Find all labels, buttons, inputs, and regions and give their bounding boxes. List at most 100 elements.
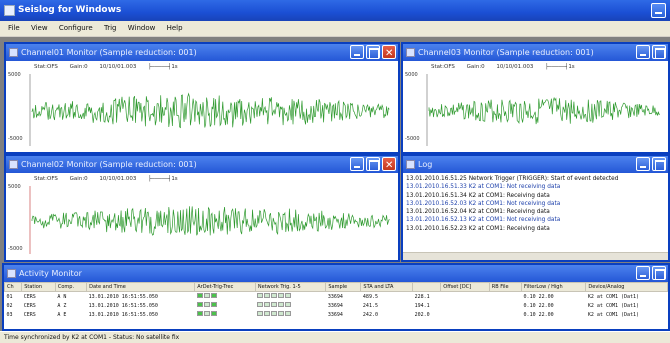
activity-header-row: Ch Station Comp. Date and Time ArDet-Tri… [3, 282, 668, 292]
cell-sample: 33694 [327, 311, 343, 318]
cell-sample: 33694 [327, 302, 343, 309]
cell-filter: 0.10 22.00 [523, 293, 554, 300]
cell-filter: 0.10 22.00 [523, 302, 554, 309]
minimize-icon[interactable] [636, 45, 650, 59]
minimize-icon[interactable] [350, 157, 364, 171]
menu-trig[interactable]: Trig [104, 24, 117, 32]
cell-offset [441, 301, 490, 310]
maximize-icon[interactable] [366, 45, 380, 59]
channel03-title-bar[interactable]: Channel03 Monitor (Sample reduction: 001… [403, 44, 668, 61]
column-header[interactable]: RB File [488, 282, 523, 292]
cell-station: CERS [23, 293, 36, 300]
column-header[interactable]: Date and Time [86, 282, 196, 292]
column-header[interactable]: Device/Analog [585, 282, 668, 292]
cell-device: K2 at COM1 (Dat1) [587, 302, 640, 309]
cell-station: CERS [23, 302, 36, 309]
cell-ch: 03 [6, 311, 13, 318]
maximize-icon[interactable] [652, 45, 666, 59]
menu-view[interactable]: View [31, 24, 48, 32]
channel01-monitor-window: Channel01 Monitor (Sample reduction: 001… [4, 42, 400, 154]
menu-configure[interactable]: Configure [59, 24, 93, 32]
close-icon[interactable] [382, 157, 396, 173]
cell-station: CERS [23, 311, 36, 318]
activity-title-bar[interactable]: Activity Monitor [4, 265, 668, 282]
channel02-trace-svg [29, 186, 390, 254]
cell-lta: 228.1 [414, 293, 430, 300]
network-trigger-leds [255, 292, 325, 302]
column-header[interactable]: Network Trig. 1-5 [254, 282, 327, 292]
log-line: 13.01.2010.16.52.03 K2 at COM1: Not rece… [406, 200, 561, 207]
cell-rbfile [489, 310, 521, 319]
channel01-title-bar[interactable]: Channel01 Monitor (Sample reduction: 001… [6, 44, 398, 61]
cell-comp: A N [57, 293, 67, 300]
log-horizontal-scrollbar[interactable] [403, 252, 668, 260]
channel02-title-bar[interactable]: Channel02 Monitor (Sample reduction: 001… [6, 156, 398, 173]
status-bar: Time synchronized by K2 at COM1 - Status… [0, 331, 670, 343]
cell-filter: 0.10 22.00 [523, 311, 554, 318]
column-header[interactable]: Ch [3, 282, 23, 292]
channel03-trace-svg [426, 74, 660, 146]
minimize-icon[interactable] [651, 3, 666, 18]
trigger-leds [195, 292, 256, 302]
table-row[interactable]: 01 CERS A N 13.01.2010 16:51:55.050 3369… [5, 292, 668, 302]
cell-rbfile [489, 301, 521, 310]
cell-comp: A Z [57, 302, 67, 309]
column-header[interactable]: Sample [325, 282, 362, 292]
close-icon[interactable] [382, 45, 396, 61]
channel01-title: Channel01 Monitor (Sample reduction: 001… [21, 48, 197, 57]
activity-monitor-window: Activity Monitor Ch Station Comp. Date a… [2, 263, 670, 331]
log-line: 13.01.2010.16.51.34 K2 at COM1: Receivin… [406, 192, 550, 199]
menu-file[interactable]: File [8, 24, 20, 32]
cell-sta: 241.5 [362, 302, 378, 309]
column-header[interactable]: Offset [DC] [440, 282, 490, 292]
minimize-icon[interactable] [636, 266, 650, 280]
log-line: 13.01.2010.16.52.04 K2 at COM1: Receivin… [406, 209, 550, 216]
menu-bar: File View Configure Trig Window Help [0, 21, 670, 36]
minimize-icon[interactable] [350, 45, 364, 59]
maximize-icon[interactable] [652, 157, 666, 171]
channel01-trace [31, 92, 390, 129]
cell-sta: 489.5 [362, 293, 378, 300]
cell-sta: 242.0 [362, 311, 378, 318]
log-list: 13.01.2010.16.51.25 Network Trigger (TRI… [403, 173, 668, 235]
column-header[interactable]: Comp. [54, 282, 88, 292]
activity-icon [7, 269, 16, 278]
log-line: 13.01.2010.16.52.13 K2 at COM1: Not rece… [406, 217, 561, 224]
log-icon [406, 160, 415, 169]
menu-window[interactable]: Window [128, 24, 156, 32]
channel01-trace-svg [29, 74, 390, 146]
channel02-monitor-window: Channel02 Monitor (Sample reduction: 001… [4, 154, 400, 262]
minimize-icon[interactable] [636, 157, 650, 171]
channel03-title: Channel03 Monitor (Sample reduction: 001… [418, 48, 594, 57]
monitor-icon [9, 160, 18, 169]
column-header[interactable] [412, 282, 442, 292]
table-row[interactable]: 03 CERS A E 13.01.2010 16:51:55.050 3369… [5, 310, 668, 319]
log-line: 13.01.2010.16.51.33 K2 at COM1: Not rece… [406, 184, 561, 191]
cell-device: K2 at COM1 (Dat1) [587, 311, 640, 318]
table-row[interactable]: 02 CERS A Z 13.01.2010 16:51:55.050 3369… [5, 301, 668, 310]
maximize-icon[interactable] [652, 266, 666, 280]
status-text: Time synchronized by K2 at COM1 - Status… [4, 334, 180, 341]
network-trigger-leds [255, 310, 325, 319]
app-icon [4, 5, 15, 16]
log-title-bar[interactable]: Log [403, 156, 668, 173]
channel02-plot: 5000 -5000 [6, 182, 398, 260]
channel01-header: Stat:OFS Gain:0 10/10/01.003 ├─────┤1s [6, 61, 398, 70]
column-header[interactable]: STA and LTA [360, 282, 414, 292]
cell-rbfile [489, 292, 521, 302]
log-title: Log [418, 160, 433, 169]
channel03-trace [428, 96, 660, 125]
column-header[interactable]: ArDet-Trig-Trec [194, 282, 256, 292]
channel02-header: Stat:OFS Gain:0 10/10/01.003 ├─────┤1s [6, 173, 398, 182]
activity-title: Activity Monitor [19, 269, 82, 278]
menu-help[interactable]: Help [167, 24, 183, 32]
app-title-bar[interactable]: Seislog for Windows [0, 0, 670, 21]
log-line: 13.01.2010.16.51.25 Network Trigger (TRI… [406, 176, 619, 182]
network-trigger-leds [255, 301, 325, 310]
column-header[interactable]: FilterLow / High [521, 282, 587, 292]
column-header[interactable]: Station [21, 282, 56, 292]
cell-offset [441, 292, 490, 302]
channel03-plot: 5000 -5000 [403, 70, 668, 152]
app-title: Seislog for Windows [18, 5, 122, 15]
maximize-icon[interactable] [366, 157, 380, 171]
